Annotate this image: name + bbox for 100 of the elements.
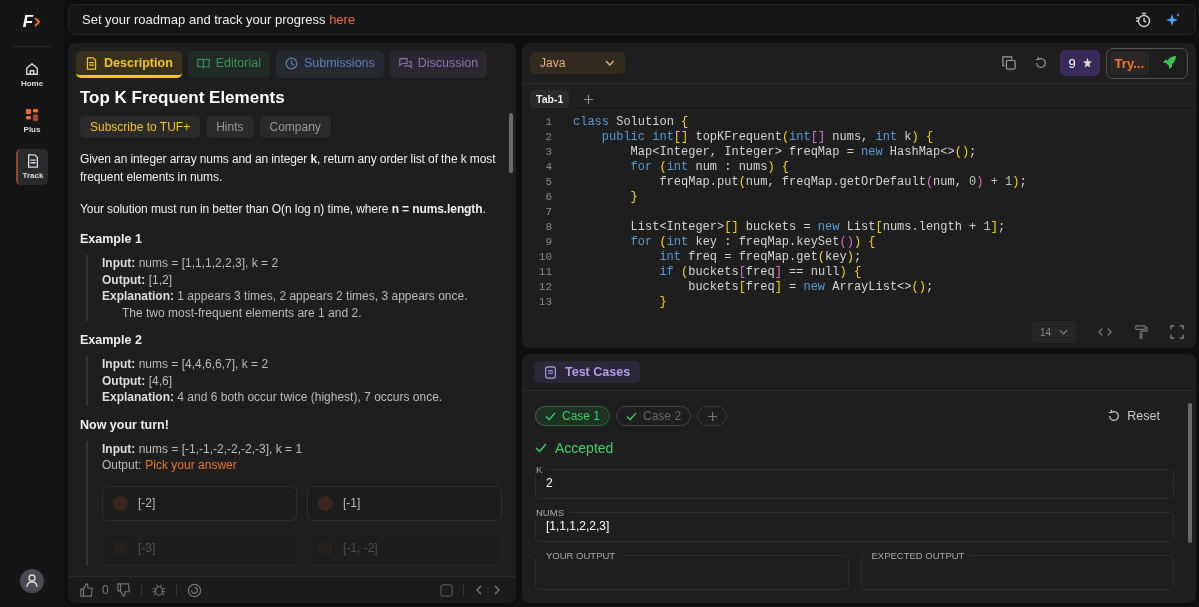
tag-button[interactable]: Subscribe to TUF+ [80,116,201,138]
example-line: Input: nums = [1,1,1,2,2,3], k = 2 [102,255,280,272]
problem-paragraph: Your solution must run in better than O(n log n) time, where n = nums.length. [80,201,487,218]
copy-icon[interactable] [1002,56,1017,70]
book-icon [196,56,210,70]
bug-icon[interactable] [151,583,166,597]
chat-icon [398,56,412,70]
thumbs-up-icon[interactable] [80,583,94,597]
line-number: 5 [544,175,552,190]
answer-prompt: Pick your answer [145,458,237,472]
code-line: class Solution { [573,115,689,130]
thumbs-down-icon[interactable] [116,583,131,597]
code-icon[interactable] [1098,325,1112,339]
example-line: Explanation: 4 and 6 both occur twice (highest), 7 occurs once. [102,389,444,406]
field-label: EXPECTED OUTPUT [870,550,966,561]
test-cases-tab[interactable]: Test Cases [534,361,641,383]
line-number: 2 [544,130,552,145]
tab[interactable]: Discussion [389,51,488,78]
field-label: YOUR OUTPUT [545,550,617,561]
quiz-heading: Now your turn! [80,417,170,432]
reset-icon [1107,409,1122,423]
line-number: 6 [544,190,552,205]
reset-icon[interactable] [1034,56,1049,70]
blocks-icon [25,108,39,122]
line-number: 12 [537,280,552,295]
answer-option[interactable]: [-1] [307,485,502,521]
nav-item[interactable]: Track [16,149,48,185]
example-line: Input: nums = [-1,-1,-2,-2,-2,-3], k = 1 [102,440,304,457]
code-line: for (int num : nums) { [629,160,790,175]
check-icon [535,443,547,453]
try-button[interactable]: Try... [1109,51,1149,75]
fullscreen-icon[interactable] [1170,325,1184,339]
field-label: NUMS [535,507,565,518]
example-line: Input: nums = [4,4,6,6,7], k = 2 [102,356,270,373]
problem-paragraph: Given an integer array nums and an integer k, return any order list of the k most frequent elements in nums. [80,151,497,186]
tab[interactable]: Submissions [275,51,384,78]
logo-letter: F [22,12,34,32]
chevron-right-icon[interactable] [492,584,502,596]
line-number: 11 [537,265,552,280]
line-number: 9 [544,235,552,250]
scrollbar-thumb[interactable] [509,113,513,173]
example-line: The two most-frequent elements are 1 and 2. [121,304,363,321]
paint-roller-icon[interactable] [1134,325,1148,339]
tab[interactable]: Editorial [187,51,270,78]
code-line: } [629,190,638,205]
code-line: buckets[freq] = new ArrayList<>(); [687,280,934,295]
example-heading: Example 2 [80,333,143,347]
example-line: Output: [4,6] [102,372,173,389]
rocket-icon[interactable] [1161,55,1177,71]
timer-icon[interactable] [1135,11,1151,28]
answer-option[interactable]: [-2] [102,485,297,521]
document-icon [85,56,98,70]
code-line: public int[] topKFrequent(int[] nums, int k) { [600,130,934,145]
example-heading: Example 1 [80,232,143,246]
banner-text: Set your roadmap and track your progress here [82,12,356,27]
here-link[interactable]: here [329,12,356,27]
reset-button[interactable]: Reset [1101,408,1166,424]
code-line: Map<Integer, Integer> freqMap = new HashMap<>(); [629,145,977,160]
line-number: 13 [537,295,552,310]
tab[interactable]: Description [76,51,182,78]
font-size-dropdown[interactable]: 14 [1031,321,1076,343]
caret-icon [1059,329,1068,335]
output-label: Output: [102,458,142,472]
check-icon [626,411,638,421]
line-number: 8 [544,220,552,235]
language-dropdown[interactable]: Java [530,52,625,74]
line-number: 3 [544,145,552,160]
code-line: if (buckets[freq] == null) { [658,265,862,280]
field-label: K [535,464,544,475]
example-line: Explanation: 1 appears 3 times, 2 appears 2 times, 3 appears once. [102,288,469,305]
case-tab[interactable]: Case 1 [535,406,611,426]
like-count: 0 [102,583,109,597]
sparkle-icon[interactable] [1165,11,1181,28]
input-field[interactable]: K 2 [535,464,1174,499]
code-line: } [658,295,667,310]
code-line: freqMap.put(num, freqMap.getOrDefault(num, 0) + 1); [658,175,1027,190]
chevron-icon [34,17,42,27]
code-line: List<Integer>[] buckets = new List[nums.length + 1]; [629,220,1006,235]
nav-item[interactable]: Plus [16,103,48,139]
plus-icon [706,410,718,422]
document-icon [26,154,40,168]
scrollbar-thumb[interactable] [1188,403,1192,543]
chevron-left-icon[interactable] [474,584,484,596]
input-field[interactable]: NUMS [1,1,1,2,2,3] [535,507,1174,542]
clock-icon [284,56,298,70]
nav-item[interactable]: Home [16,57,48,93]
add-tab-icon[interactable] [583,93,595,105]
list-icon [544,365,557,379]
avatar-icon[interactable] [20,569,44,593]
result-status: Accepted [555,440,614,456]
line-number: 10 [537,250,552,265]
line-number: 1 [544,115,552,130]
tag-button[interactable]: Company [259,116,331,138]
check-icon [545,411,556,421]
problem-title: Top K Frequent Elements [80,88,286,108]
line-number: 7 [544,205,552,220]
editor-tab[interactable]: Tab-1 [530,90,570,108]
tag-button[interactable]: Hints [206,116,254,138]
example-line: Output: [1,2] [102,271,173,288]
credits-button[interactable]: 9 [1060,50,1100,76]
